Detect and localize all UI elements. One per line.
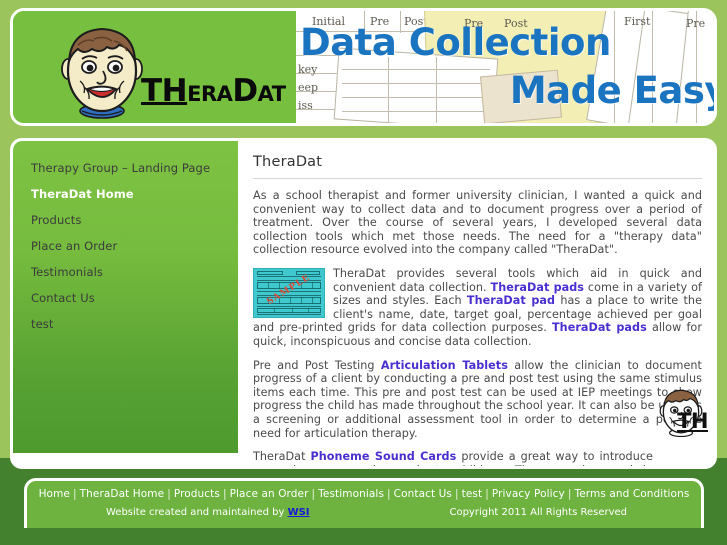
footer-link-terms-and-conditions[interactable]: Terms and Conditions [574,488,689,500]
footer-link-products[interactable]: Products [174,488,220,500]
theradat-wordmark: THERADAT [141,73,286,109]
p4-bold1: Phoneme Sound Cards [310,450,457,464]
paragraph-articulation: Pre and Post Testing Articulation Tablet… [253,359,702,441]
footer-credit: Website created and maintained by WSI [106,507,310,518]
p3-bold1: Articulation Tablets [380,358,508,372]
footer-link-privacy-policy[interactable]: Privacy Policy [492,488,565,500]
site-footer: Home | TheraDat Home | Products | Place an Ord… [24,478,704,528]
footer-separator: | [222,488,227,500]
sidebar-item-test[interactable]: test [13,311,238,337]
footer-link-theradat-home[interactable]: TheraDat Home [80,488,165,500]
paragraph-phoneme: TheraDat Phoneme Sound Cards provide a g… [253,450,653,466]
header-left-panel: THERADAT [13,11,296,123]
theradat-th-mark: TH [677,409,708,433]
footer-copyright: Copyright 2011 All Rights Reserved [449,507,627,518]
footer-nav: Home | TheraDat Home | Products | Place an Ord… [27,481,701,500]
wordmark-d: D [232,73,258,109]
theradat-pad-sample-image: SAMPLE [253,267,325,318]
title-divider [253,178,702,179]
header-banner: THERADAT Initial Pre Post key eep iss Pr… [10,8,717,126]
footer-credit-text: Website created and maintained by [106,507,288,518]
footer-bottom-row: Website created and maintained by WSI Co… [27,507,701,523]
footer-separator: | [485,488,489,500]
sidebar-item-theradat-home[interactable]: TheraDat Home [13,181,238,207]
footer-link-testimonials[interactable]: Testimonials [318,488,384,500]
footer-credit-link[interactable]: WSI [288,507,310,518]
wordmark-at: AT [257,82,286,106]
theradat-face-logo [58,19,146,119]
p2-bold1: TheraDat pads [490,280,585,294]
p4-part1: TheraDat [253,450,311,464]
banner-tagline: Data Collection Made Easy [296,11,717,123]
page-title: TheraDat [253,154,323,170]
tagline-line-2: Made Easy [509,69,717,112]
wordmark-era: ERA [187,82,233,106]
main-content: TheraDat As a school therapist and forme… [245,141,714,466]
footer-separator: | [311,488,316,500]
paper-word: Tes [716,35,717,48]
paper-word: Pos [716,17,717,30]
header-right-collage: Initial Pre Post key eep iss Pre Post Fi… [296,11,717,123]
footer-separator: | [455,488,459,500]
sidebar-nav: Therapy Group – Landing Page TheraDat Ho… [13,141,238,453]
footer-separator: | [72,488,77,500]
sidebar-item-therapy-group[interactable]: Therapy Group – Landing Page [13,155,238,181]
content-box: Therapy Group – Landing Page TheraDat Ho… [10,138,717,469]
sidebar-item-place-an-order[interactable]: Place an Order [13,233,238,259]
wordmark-th: TH [141,73,188,109]
p3-part1: Pre and Post Testing [253,358,381,372]
p2-bold2: TheraDat pad [466,294,556,308]
footer-link-place-an-order[interactable]: Place an Order [230,488,309,500]
tagline-line-1: Data Collection [300,21,611,64]
paragraph-intro: As a school therapist and former univers… [253,189,702,257]
sidebar-item-contact-us[interactable]: Contact Us [13,285,238,311]
footer-link-test[interactable]: test [462,488,483,500]
page-root: THERADAT Initial Pre Post key eep iss Pr… [0,0,727,545]
footer-separator: | [167,488,171,500]
sidebar-item-testimonials[interactable]: Testimonials [13,259,238,285]
sidebar-item-products[interactable]: Products [13,207,238,233]
footer-separator: | [387,488,391,500]
footer-link-home[interactable]: Home [39,488,70,500]
p2-bold3: TheraDat pads [552,321,647,335]
footer-link-contact-us[interactable]: Contact Us [394,488,452,500]
